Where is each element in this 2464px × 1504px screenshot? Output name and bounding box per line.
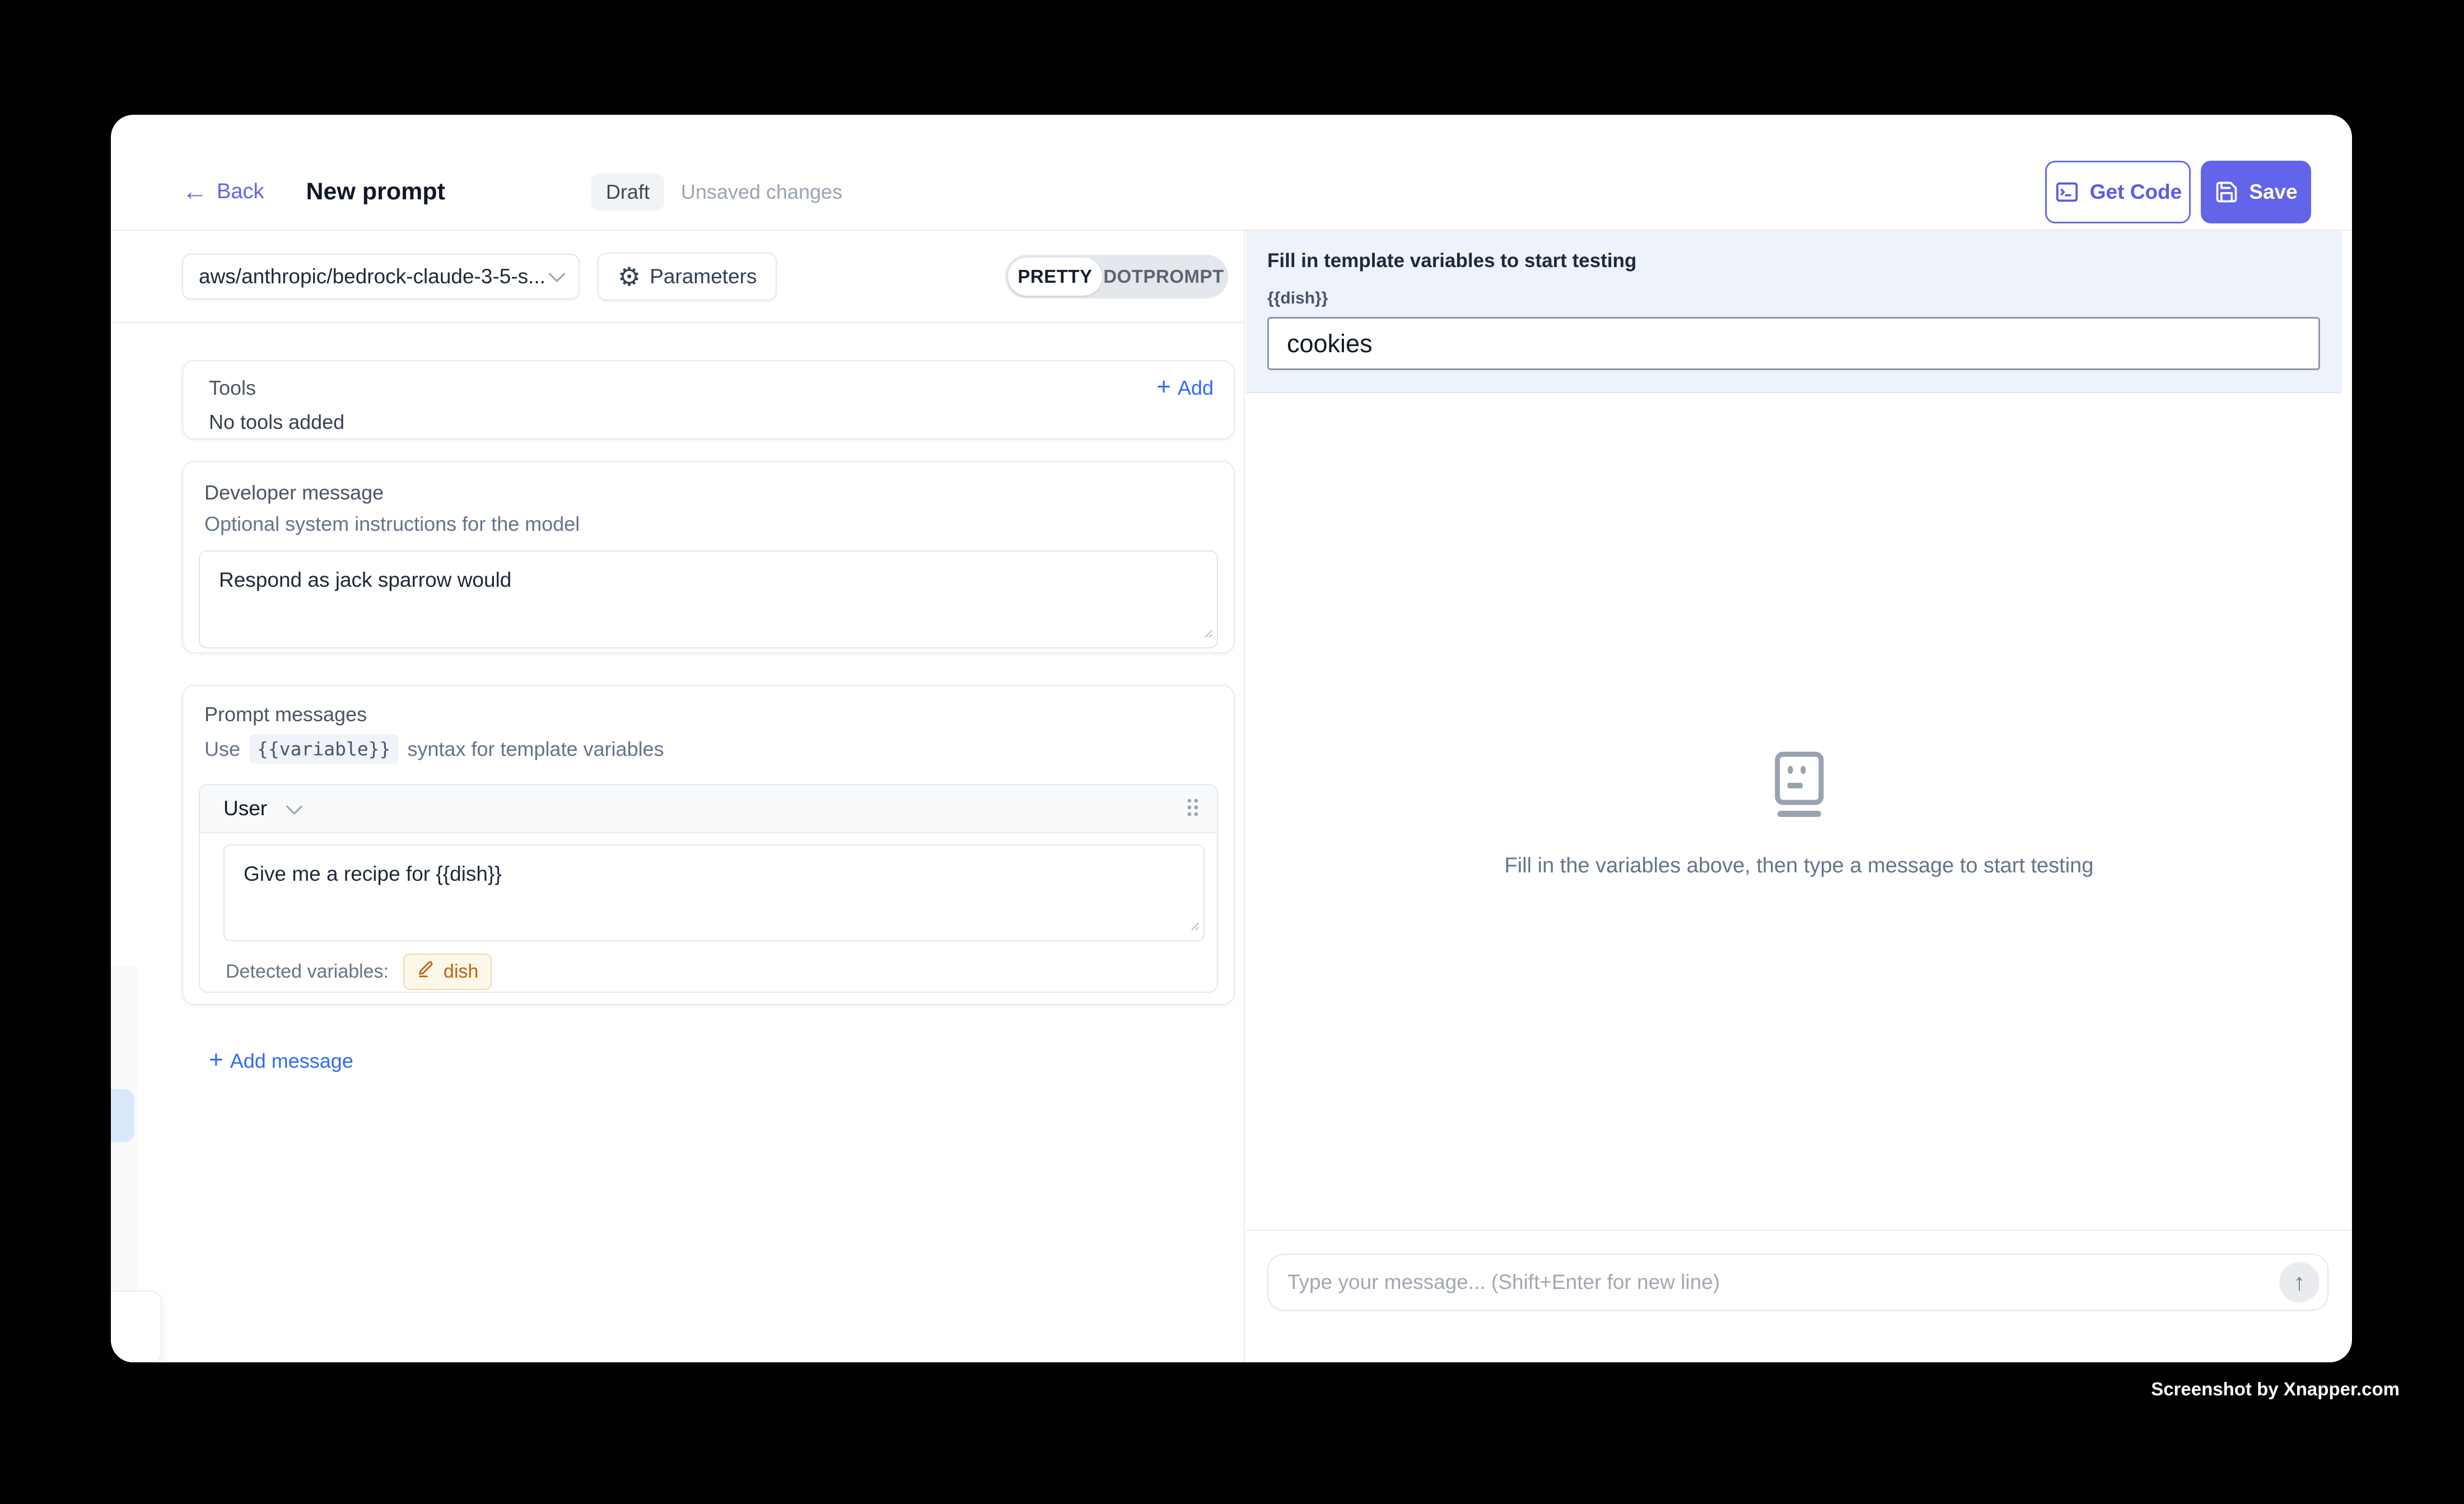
toggle-dotprompt[interactable]: DOTPROMPT bbox=[1102, 258, 1225, 296]
prompt-messages-card: Prompt messages Use {{variable}} syntax … bbox=[182, 685, 1235, 1005]
editor-pane: aws/anthropic/bedrock-claude-3-5-s... ⚙ … bbox=[111, 231, 1245, 1362]
test-pane: Fill in template variables to start test… bbox=[1246, 231, 2352, 1362]
gear-icon: ⚙ bbox=[618, 264, 641, 289]
add-tool-button[interactable]: + Add bbox=[1156, 376, 1214, 400]
get-code-button[interactable]: Get Code bbox=[2045, 161, 2191, 223]
up-arrow-icon: ↑ bbox=[2294, 1269, 2306, 1296]
send-button[interactable]: ↑ bbox=[2279, 1262, 2320, 1302]
back-arrow-icon: ← bbox=[182, 178, 208, 204]
back-label: Back bbox=[217, 180, 264, 204]
add-tool-label: Add bbox=[1178, 376, 1214, 400]
subtitle-suffix: syntax for template variables bbox=[407, 737, 664, 761]
message-body: Give me a recipe for {{dish}} Detected v… bbox=[200, 833, 1217, 992]
header: ← Back New prompt Draft Unsaved changes … bbox=[111, 115, 2352, 231]
chevron-down-icon bbox=[549, 265, 566, 282]
template-variables-panel: Fill in template variables to start test… bbox=[1246, 231, 2342, 393]
variable-badge-dish[interactable]: dish bbox=[403, 954, 492, 990]
save-label: Save bbox=[2249, 180, 2297, 204]
terminal-icon bbox=[2054, 179, 2080, 205]
chat-input-bar: Type your message... (Shift+Enter for ne… bbox=[1246, 1230, 2352, 1362]
tools-title: Tools bbox=[209, 376, 256, 400]
get-code-label: Get Code bbox=[2090, 180, 2182, 204]
message-block: User Give me a recipe for {{dish}} bbox=[199, 784, 1218, 993]
developer-message-textarea[interactable]: Respond as jack sparrow would bbox=[199, 550, 1218, 648]
chat-message-input[interactable]: Type your message... (Shift+Enter for ne… bbox=[1267, 1254, 2328, 1311]
add-message-label: Add message bbox=[230, 1049, 353, 1073]
chevron-down-icon bbox=[286, 798, 303, 815]
developer-message-card: Developer message Optional system instru… bbox=[182, 461, 1235, 653]
add-message-button[interactable]: + Add message bbox=[209, 1049, 1218, 1073]
drag-handle-icon[interactable] bbox=[1184, 795, 1201, 823]
save-button[interactable]: Save bbox=[2201, 161, 2311, 223]
chat-empty-state: Fill in the variables above, then type a… bbox=[1246, 396, 2352, 1233]
page-title: New prompt bbox=[306, 178, 445, 205]
resize-handle-icon[interactable] bbox=[1200, 620, 1214, 644]
prompt-messages-title: Prompt messages bbox=[204, 703, 1218, 726]
subtitle-prefix: Use bbox=[204, 737, 240, 761]
developer-message-value: Respond as jack sparrow would bbox=[200, 552, 1217, 609]
message-value: Give me a recipe for {{dish}} bbox=[225, 846, 1203, 903]
variable-badge-label: dish bbox=[444, 961, 478, 983]
variable-value-input[interactable] bbox=[1267, 317, 2320, 370]
detected-variables-row: Detected variables: dish bbox=[226, 951, 1205, 992]
view-mode-toggle: PRETTY DOTPROMPT bbox=[1005, 255, 1228, 298]
background-popover bbox=[111, 1291, 162, 1362]
template-variables-heading: Fill in template variables to start test… bbox=[1267, 250, 2320, 272]
prompt-editor-window: ← Back New prompt Draft Unsaved changes … bbox=[111, 115, 2352, 1362]
developer-message-title: Developer message bbox=[204, 481, 1218, 505]
pencil-icon bbox=[417, 960, 436, 984]
chat-empty-text: Fill in the variables above, then type a… bbox=[1505, 854, 2094, 878]
message-role-header: User bbox=[200, 785, 1217, 833]
save-icon bbox=[2214, 180, 2239, 204]
tools-card: Tools + Add No tools added bbox=[182, 360, 1235, 440]
plus-icon: + bbox=[1156, 375, 1171, 399]
parameters-button[interactable]: ⚙ Parameters bbox=[598, 253, 777, 301]
role-select[interactable]: User bbox=[223, 797, 267, 820]
developer-message-subtitle: Optional system instructions for the mod… bbox=[204, 512, 1218, 536]
variable-syntax-chip: {{variable}} bbox=[249, 734, 398, 764]
plus-icon: + bbox=[209, 1048, 223, 1072]
tools-empty-text: No tools added bbox=[209, 410, 1214, 434]
background-selected-item bbox=[111, 1089, 134, 1142]
prompt-messages-subtitle: Use {{variable}} syntax for template var… bbox=[204, 734, 1218, 764]
model-select-value: aws/anthropic/bedrock-claude-3-5-s... bbox=[199, 265, 551, 288]
detected-variables-label: Detected variables: bbox=[226, 961, 389, 983]
status-badge: Draft bbox=[591, 174, 664, 211]
model-select[interactable]: aws/anthropic/bedrock-claude-3-5-s... bbox=[182, 254, 580, 300]
toggle-pretty[interactable]: PRETTY bbox=[1008, 258, 1102, 296]
unsaved-changes-text: Unsaved changes bbox=[681, 180, 842, 204]
variable-name-label: {{dish}} bbox=[1267, 289, 2320, 308]
watermark-text: Screenshot by Xnapper.com bbox=[2151, 1379, 2400, 1400]
message-textarea[interactable]: Give me a recipe for {{dish}} bbox=[223, 844, 1205, 941]
parameters-label: Parameters bbox=[650, 265, 757, 288]
robot-face-icon bbox=[1771, 751, 1827, 821]
chat-input-placeholder: Type your message... (Shift+Enter for ne… bbox=[1287, 1271, 2279, 1294]
resize-handle-icon[interactable] bbox=[1187, 913, 1200, 937]
model-toolbar: aws/anthropic/bedrock-claude-3-5-s... ⚙ … bbox=[111, 231, 1244, 323]
back-button[interactable]: ← Back bbox=[182, 179, 264, 205]
